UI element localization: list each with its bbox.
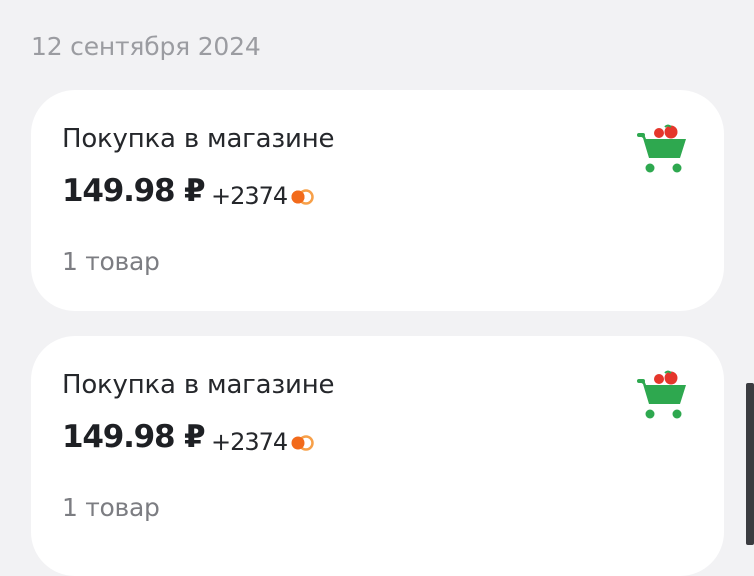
bonus-value: +2374 xyxy=(211,428,288,456)
purchase-amount: 149.98 ₽ xyxy=(62,419,206,455)
shopping-cart-icon xyxy=(637,370,686,419)
scrollbar[interactable] xyxy=(746,383,754,545)
purchase-title: Покупка в магазине xyxy=(62,124,335,154)
shopping-cart-icon xyxy=(637,124,686,173)
purchase-card[interactable]: Покупка в магазине 149.98 ₽ +2374 1 това… xyxy=(31,336,724,576)
bonus-coin-icon xyxy=(291,189,314,205)
bonus-points: +2374 xyxy=(211,428,314,456)
items-count: 1 товар xyxy=(62,493,160,522)
bonus-coin-icon xyxy=(291,435,314,451)
bonus-value: +2374 xyxy=(211,182,288,210)
bonus-points: +2374 xyxy=(211,182,314,210)
purchase-title: Покупка в магазине xyxy=(62,370,335,400)
date-header: 12 сентября 2024 xyxy=(31,32,261,61)
items-count: 1 товар xyxy=(62,247,160,276)
purchase-amount: 149.98 ₽ xyxy=(62,173,206,209)
purchase-card[interactable]: Покупка в магазине 149.98 ₽ +2374 1 това… xyxy=(31,90,724,311)
